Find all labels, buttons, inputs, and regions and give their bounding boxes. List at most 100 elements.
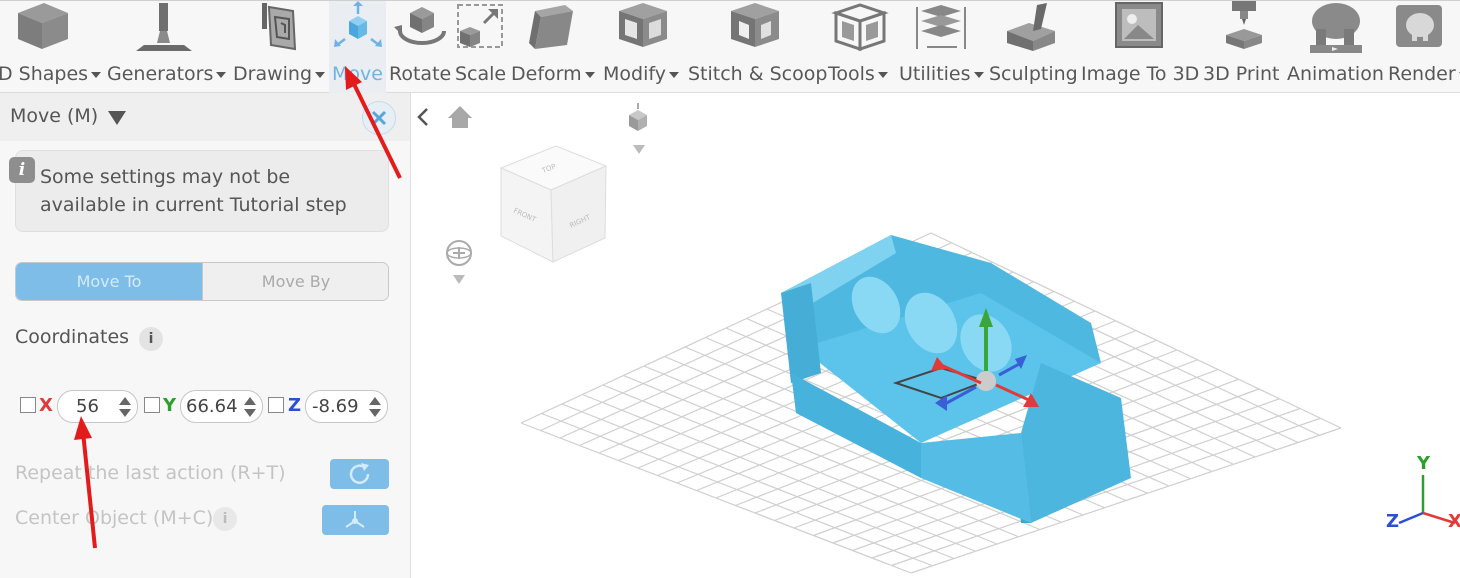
view-orientation-icon[interactable] (621, 101, 655, 137)
chevron-down-icon[interactable] (633, 145, 645, 154)
toolbar-label: Render (1388, 63, 1456, 85)
y-value: 66.64 (186, 396, 238, 417)
toolbar-item-scale[interactable]: Scale (454, 1, 506, 93)
toolbar-label: Stitch & Scoop (688, 63, 828, 85)
toolbar-item-tools[interactable]: Tools (826, 1, 896, 93)
drawing-icon (262, 3, 297, 51)
chevron-down-icon (315, 71, 326, 78)
modify-icon (619, 3, 667, 47)
toolbar-label: Sculpting (989, 63, 1078, 85)
toolbar-item-utilities[interactable]: Utilities (897, 1, 987, 93)
info-icon: i (9, 157, 35, 183)
chevron-left-icon (417, 108, 428, 126)
decrement-icon[interactable] (119, 409, 131, 417)
close-panel-button[interactable] (362, 101, 396, 135)
toolbar-label: Animation (1287, 63, 1384, 85)
toolbar-item-generators[interactable]: Generators (104, 1, 228, 93)
center-icon (345, 511, 365, 528)
z-value: -8.69 (312, 396, 359, 417)
chevron-down-icon (877, 71, 888, 78)
move-by-tab[interactable]: Move By (202, 263, 388, 300)
toolbar-label: 3D Print (1203, 63, 1280, 85)
x-coordinate-input[interactable]: 56 (57, 390, 138, 423)
move-to-tab[interactable]: Move To (16, 263, 202, 300)
center-object-info-icon[interactable]: i (213, 507, 237, 531)
toolbar-label: Deform (511, 63, 582, 85)
increment-icon[interactable] (244, 397, 256, 405)
toolbar-item-3d-print[interactable]: 3D Print (1202, 1, 1286, 93)
decrement-icon[interactable] (244, 409, 256, 417)
3d-shapes-icon (18, 3, 68, 49)
move-mode-toggle: Move To Move By (15, 262, 389, 301)
scale-icon (457, 4, 503, 48)
navigation-orbit-icon[interactable] (445, 239, 475, 269)
y-axis-indicator-label: Y (1417, 453, 1431, 474)
toolbar-label: Generators (107, 63, 214, 85)
increment-icon[interactable] (119, 397, 131, 405)
chevron-down-icon (91, 71, 102, 78)
center-object-button[interactable] (322, 505, 389, 535)
decrement-icon[interactable] (369, 409, 381, 417)
utilities-icon (916, 5, 966, 49)
toolbar-item-image-to-3d[interactable]: Image To 3D (1080, 1, 1200, 93)
toolbar-label: Image To 3D (1081, 63, 1200, 85)
3d-viewport[interactable]: TOP FRONT RIGHT Y X Z (411, 93, 1460, 578)
toolbar-label: D Shapes (0, 63, 89, 85)
y-lock-checkbox[interactable] (144, 397, 160, 413)
x-lock-checkbox[interactable] (20, 397, 36, 413)
toolbar-label: Modify (603, 63, 666, 85)
3d-print-icon (1226, 1, 1262, 49)
stitch-scoop-icon (731, 3, 779, 47)
z-lock-checkbox[interactable] (268, 397, 284, 413)
tutorial-notice-text: Some settings may not be available in cu… (40, 166, 347, 216)
z-coordinate-input[interactable]: -8.69 (305, 390, 388, 423)
toolbar-item-rotate[interactable]: Rotate (388, 1, 454, 93)
main-toolbar: D Shapes Generators Drawing Move Rotate … (0, 0, 1460, 93)
panel-header: Move (M) (0, 93, 410, 141)
x-axis-label: X (39, 395, 53, 416)
repeat-action-label: Repeat the last action (R+T) (15, 462, 286, 484)
toolbar-item-deform[interactable]: Deform (509, 1, 599, 93)
chevron-down-icon[interactable] (453, 275, 465, 284)
generators-icon (136, 3, 192, 51)
y-axis-label: Y (163, 395, 177, 416)
coordinates-info-icon[interactable]: i (139, 327, 163, 351)
coordinates-label: Coordinates (15, 326, 130, 348)
sofa-model[interactable] (781, 235, 1131, 523)
toolbar-item-modify[interactable]: Modify (601, 1, 686, 93)
toolbar-item-stitch-scoop[interactable]: Stitch & Scoop (687, 1, 827, 93)
toolbar-item-move[interactable]: Move (329, 1, 386, 93)
toolbar-label: Scale (455, 63, 507, 85)
repeat-action-button[interactable] (330, 459, 389, 489)
toolbar-item-render[interactable]: Render (1386, 1, 1460, 93)
toolbar-item-drawing[interactable]: Drawing (229, 1, 329, 93)
move-icon (334, 1, 382, 47)
chevron-down-icon (668, 71, 679, 78)
deform-icon (529, 5, 573, 49)
increment-icon[interactable] (369, 397, 381, 405)
collapse-panel-button[interactable] (411, 97, 437, 137)
tools-icon (831, 3, 889, 52)
panel-dropdown-icon[interactable] (108, 111, 126, 125)
render-icon (1396, 5, 1442, 47)
toolbar-label: Drawing (233, 63, 313, 85)
toolbar-item-sculpting[interactable]: Sculpting (989, 1, 1078, 93)
toolbar-label: Utilities (899, 63, 971, 85)
z-axis-label: Z (288, 395, 302, 416)
toolbar-item-3d-shapes[interactable]: D Shapes (0, 1, 103, 93)
toolbar-item-animation[interactable]: Animation (1286, 1, 1384, 93)
y-coordinate-input[interactable]: 66.64 (180, 390, 263, 423)
center-object-label: Center Object (M+C) (15, 507, 214, 529)
panel-title: Move (M) (10, 105, 99, 127)
sculpting-icon (1007, 3, 1055, 51)
chevron-down-icon (973, 71, 984, 78)
refresh-icon (349, 463, 370, 484)
close-icon (371, 110, 387, 126)
home-icon[interactable] (447, 105, 473, 129)
rotate-icon (394, 7, 446, 45)
scene-canvas[interactable] (511, 223, 1371, 578)
toolbar-label: Move (332, 63, 383, 85)
toolbar-label: Tools (828, 63, 875, 85)
x-axis-indicator-label: X (1448, 511, 1460, 532)
chevron-down-icon (216, 71, 227, 78)
